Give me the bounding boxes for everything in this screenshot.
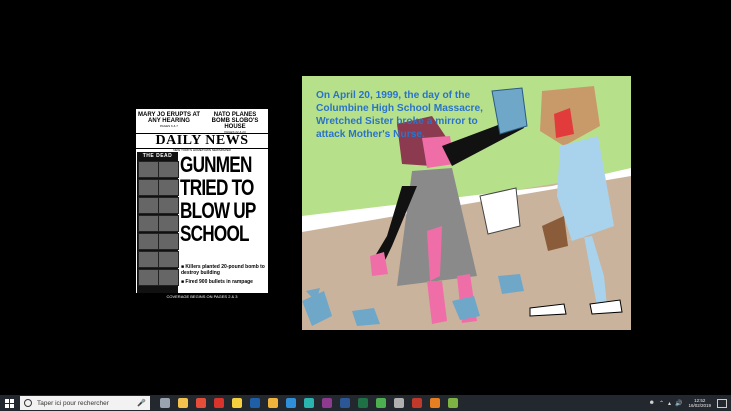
chevron-up-icon[interactable]: ⌃: [659, 400, 664, 407]
volume-icon[interactable]: 🔊: [675, 400, 682, 407]
teaser-right: NATO PLANES BOMB SLOBO'S HOUSE PAGES 22 …: [204, 112, 266, 134]
victim-photo: [158, 179, 179, 196]
excel-icon[interactable]: [358, 398, 368, 408]
victim-photo: [158, 233, 179, 250]
app-gray-icon[interactable]: [394, 398, 404, 408]
app-blue-icon[interactable]: [286, 398, 296, 408]
search-placeholder: Taper ici pour rechercher: [37, 399, 109, 407]
app-green-icon[interactable]: [376, 398, 386, 408]
task-view-icon[interactable]: [160, 398, 170, 408]
app-purple-icon[interactable]: [322, 398, 332, 408]
victim-photo: [138, 179, 159, 196]
headline-line: BLOW UP: [180, 198, 256, 223]
victim-photo: [138, 215, 159, 232]
acrobat-icon[interactable]: [214, 398, 224, 408]
taskbar: Taper ici pour rechercher 🎤 ☻ ⌃ ▴ 🔊 12:5…: [0, 395, 731, 411]
folder-icon[interactable]: [268, 398, 278, 408]
teaser-left-sub: PAGES 6 & 7: [160, 124, 178, 128]
headline-line: GUNMEN: [180, 152, 252, 177]
windows-logo-icon: [4, 398, 14, 408]
illustration-panel: On April 20, 1999, the day of the Columb…: [302, 76, 631, 330]
victim-photo: [138, 233, 159, 250]
taskbar-app-icons: [156, 398, 462, 408]
taskbar-clock[interactable]: 12:52 16/02/2019: [688, 398, 711, 408]
app-orange-icon[interactable]: [430, 398, 440, 408]
start-button[interactable]: [0, 395, 18, 411]
newspaper-footer: COVERAGE BEGINS ON PAGES 2 & 3: [136, 293, 268, 300]
desktop-background: MARY JO ERUPTS AT ANY HEARING PAGES 6 & …: [0, 0, 731, 395]
dead-label: THE DEAD: [142, 153, 173, 159]
teaser-left-text: MARY JO ERUPTS AT ANY HEARING: [138, 112, 201, 124]
headline-line: TRIED TO: [180, 175, 254, 200]
app-red-icon[interactable]: [412, 398, 422, 408]
victim-photo: [138, 251, 159, 268]
microphone-icon[interactable]: 🎤: [137, 399, 146, 407]
photoshop-icon[interactable]: [250, 398, 260, 408]
victim-photo: [138, 269, 159, 286]
victims-photo-column: THE DEAD: [137, 152, 179, 295]
victim-photo: [138, 161, 159, 178]
system-tray: ☻ ⌃ ▴ 🔊 12:52 16/02/2019: [647, 395, 731, 411]
people-icon[interactable]: ☻: [649, 400, 655, 406]
chrome-icon[interactable]: [196, 398, 206, 408]
victim-photo: [158, 197, 179, 214]
taskbar-search-box[interactable]: Taper ici pour rechercher 🎤: [20, 396, 150, 410]
victim-photo: [138, 197, 159, 214]
newspaper-masthead: DAILY NEWS: [136, 133, 268, 149]
newspaper-bullet: ■ Killers planted 20-pound bomb to destr…: [181, 264, 265, 276]
victim-photo: [158, 161, 179, 178]
illustration-caption: On April 20, 1999, the day of the Columb…: [316, 90, 483, 140]
victim-photo: [158, 269, 179, 286]
newspaper-bullet: ■ Fired 900 bullets in rampage: [181, 279, 253, 285]
headline-line: SCHOOL: [180, 221, 250, 246]
newspaper-front-page: MARY JO ERUPTS AT ANY HEARING PAGES 6 & …: [136, 109, 268, 300]
app-teal-icon[interactable]: [304, 398, 314, 408]
newspaper-teaser-bar: MARY JO ERUPTS AT ANY HEARING PAGES 6 & …: [136, 109, 268, 134]
notification-icon[interactable]: [717, 398, 727, 408]
word-icon[interactable]: [340, 398, 350, 408]
file-explorer-icon[interactable]: [178, 398, 188, 408]
victim-photo: [158, 251, 179, 268]
app-lime-icon[interactable]: [448, 398, 458, 408]
sticky-notes-icon[interactable]: [232, 398, 242, 408]
teaser-right-text: NATO PLANES BOMB SLOBO'S HOUSE: [211, 112, 259, 130]
network-icon[interactable]: ▴: [668, 400, 671, 407]
victim-photo: [158, 215, 179, 232]
clock-date: 16/02/2019: [688, 403, 711, 408]
newspaper-headline: GUNMEN TRIED TO BLOW UP SCHOOL: [180, 152, 256, 246]
teaser-left: MARY JO ERUPTS AT ANY HEARING PAGES 6 & …: [138, 112, 200, 128]
cortana-circle-icon: [24, 399, 32, 407]
mirror-shard: [498, 274, 524, 294]
